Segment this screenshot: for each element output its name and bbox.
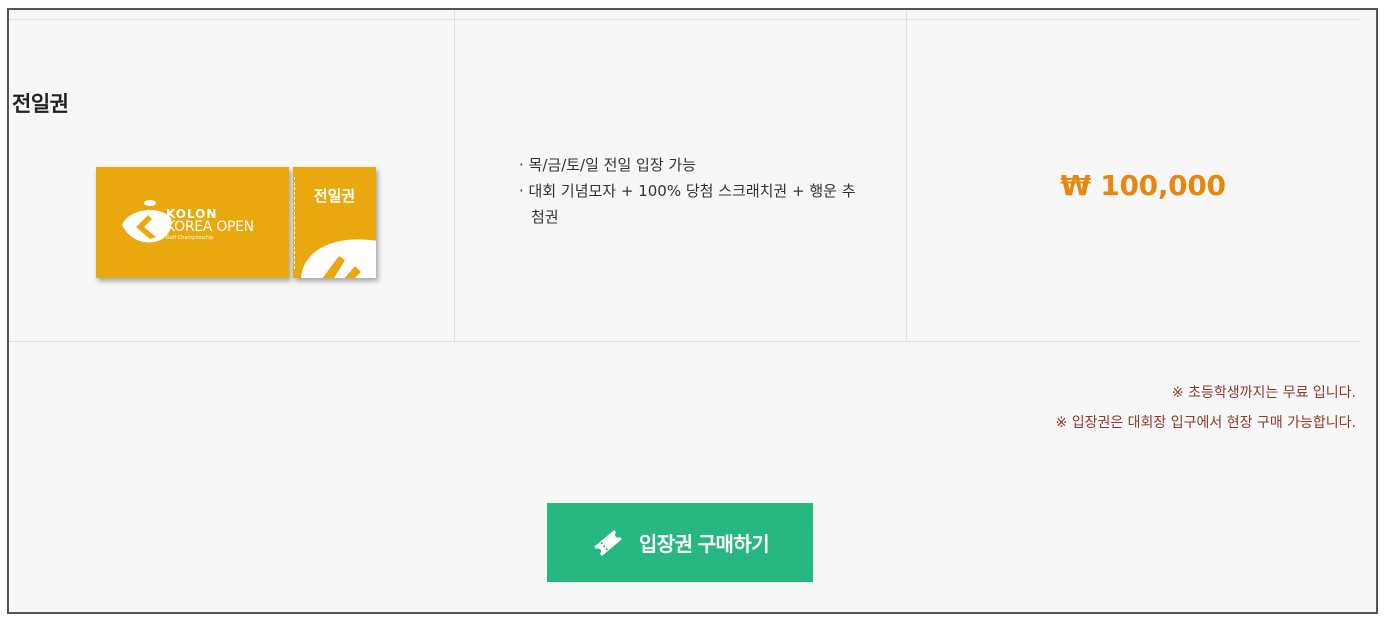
- note-line: ※ 초등학생까지는 무료 입니다.: [1171, 385, 1356, 401]
- note-line: ※ 입장권은 대회장 입구에서 현장 구매 가능합니다.: [1055, 415, 1356, 431]
- ticket-table-frame: 전일권 KOLON KOREA OPEN Golf Championship 전…: [7, 8, 1378, 614]
- row-top-divider: [9, 19, 1360, 20]
- ticket-icon: [593, 529, 622, 556]
- column-divider-1: [454, 10, 455, 341]
- description-line: · 목/금/토/일 전일 입장 가능: [519, 156, 697, 174]
- ticket-stub-label: 전일권: [313, 187, 356, 205]
- column-divider-2: [906, 10, 907, 341]
- description-line: · 대회 기념모자 + 100% 당첨 스크래치권 + 행운 추첨권: [519, 182, 856, 226]
- brand-korea-open-text: KOREA OPEN: [166, 219, 254, 235]
- ticket-perforation: [294, 177, 295, 269]
- notes: ※ 초등학생까지는 무료 입니다. ※ 입장권은 대회장 입구에서 현장 구매 …: [1056, 378, 1356, 438]
- ticket-stub: 전일권: [293, 167, 376, 278]
- brand-sub-text: Golf Championship: [166, 235, 214, 241]
- buy-ticket-label: 입장권 구매하기: [638, 534, 770, 556]
- ticket-image: KOLON KOREA OPEN Golf Championship 전일권: [96, 167, 378, 279]
- ticket-type-title: 전일권: [12, 92, 69, 116]
- ticket-description: · 목/금/토/일 전일 입장 가능 · 대회 기념모자 + 100% 당첨 스…: [519, 152, 869, 230]
- kolon-stub-logo-icon: [301, 239, 376, 278]
- ticket-main-part: KOLON KOREA OPEN Golf Championship: [96, 167, 289, 278]
- buy-ticket-button[interactable]: 입장권 구매하기: [547, 503, 813, 582]
- ticket-brand: KOLON KOREA OPEN Golf Championship: [166, 208, 254, 241]
- ticket-price: ₩ 100,000: [1060, 169, 1226, 202]
- row-bottom-divider: [9, 341, 1360, 342]
